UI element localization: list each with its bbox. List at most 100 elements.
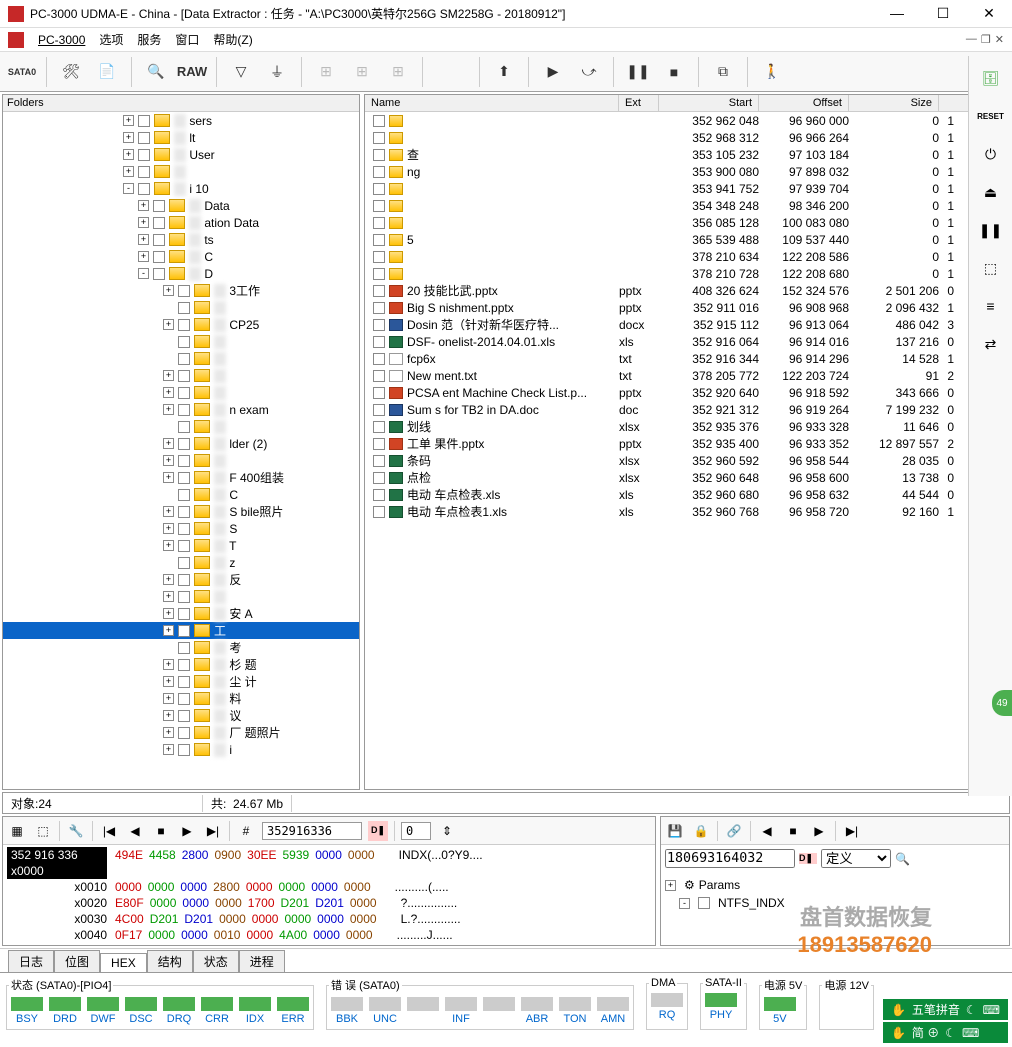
file-row[interactable]: 378 210 728 122 208 680 0 1 (365, 265, 1009, 282)
tree-checkbox[interactable] (178, 659, 190, 671)
tree-checkbox[interactable] (178, 489, 190, 501)
menu-brand[interactable]: PC-3000 (38, 33, 85, 47)
tree-item[interactable]: +xx (3, 163, 359, 180)
file-checkbox[interactable] (373, 472, 385, 484)
chip-icon[interactable]: ⬚ (977, 254, 1005, 282)
file-row[interactable]: DSF- onelist-2014.04.01.xls xls 352 916 … (365, 333, 1009, 350)
file-row[interactable]: 条码 xlsx 352 960 592 96 958 544 28 035 0 (365, 452, 1009, 469)
file-row[interactable]: 5 365 539 488 109 537 440 0 1 (365, 231, 1009, 248)
file-row[interactable]: 356 085 128 100 083 080 0 1 (365, 214, 1009, 231)
step-icon[interactable]: ⤻ (573, 56, 605, 88)
file-checkbox[interactable] (373, 268, 385, 280)
next-icon[interactable]: ▶ (177, 821, 197, 841)
file-checkbox[interactable] (373, 506, 385, 518)
sata-button[interactable]: SATA0 (6, 56, 38, 88)
tree-item[interactable]: xx 考 (3, 639, 359, 656)
col-header-name[interactable]: Name (365, 95, 619, 111)
last-icon[interactable]: ▶| (203, 821, 223, 841)
tree-toggle-icon[interactable]: + (163, 506, 174, 517)
tree-checkbox[interactable] (153, 217, 165, 229)
ime-overlay[interactable]: ✋五笔拼音☾⌨ ✋简 ⊕☾⌨ (883, 999, 1008, 1043)
file-row[interactable]: 352 962 048 96 960 000 0 1 (365, 112, 1009, 129)
tree-item[interactable]: +xx lder (2) (3, 435, 359, 452)
tree-item[interactable]: +xx F 400组装 (3, 469, 359, 486)
tree-item[interactable]: +xx 杉 题 (3, 656, 359, 673)
file-checkbox[interactable] (373, 132, 385, 144)
tree-toggle-icon[interactable]: + (163, 404, 174, 415)
file-checkbox[interactable] (373, 319, 385, 331)
search-icon[interactable]: 🔍 (895, 852, 910, 866)
tree-item[interactable]: +xx lt (3, 129, 359, 146)
tree-item[interactable]: +xx C (3, 248, 359, 265)
stop2-icon[interactable]: ■ (151, 821, 171, 841)
tree-checkbox[interactable] (178, 676, 190, 688)
tree-toggle-icon[interactable]: + (163, 540, 174, 551)
stop-icon[interactable]: ■ (658, 56, 690, 88)
tree-toggle-icon[interactable]: + (163, 472, 174, 483)
prev2-icon[interactable]: ◀ (757, 821, 777, 841)
file-checkbox[interactable] (373, 234, 385, 246)
file-row[interactable]: 353 941 752 97 939 704 0 1 (365, 180, 1009, 197)
export-icon[interactable]: ⬆ (488, 56, 520, 88)
sector-input[interactable] (262, 822, 362, 840)
tree-toggle-icon[interactable]: + (138, 234, 149, 245)
tree-item[interactable]: +xx 议 (3, 707, 359, 724)
tree-checkbox[interactable] (178, 421, 190, 433)
save-icon[interactable]: 💾 (665, 821, 685, 841)
tree-toggle-icon[interactable]: + (163, 659, 174, 670)
tree-toggle-icon[interactable]: + (163, 676, 174, 687)
tree-item[interactable]: +xx i (3, 741, 359, 758)
tree-checkbox[interactable] (178, 472, 190, 484)
tree-item[interactable]: +xx sers (3, 112, 359, 129)
prev-icon[interactable]: ◀ (125, 821, 145, 841)
tree-toggle-icon[interactable]: + (163, 387, 174, 398)
tree-item[interactable]: +xx 安 A (3, 605, 359, 622)
tree-checkbox[interactable] (178, 625, 190, 637)
tree-toggle-icon[interactable]: + (123, 132, 134, 143)
tree-toggle-icon[interactable]: + (138, 200, 149, 211)
tree-checkbox[interactable] (178, 540, 190, 552)
wrench-icon[interactable]: 🔧 (66, 821, 86, 841)
tree-checkbox[interactable] (178, 285, 190, 297)
file-row[interactable]: 电动 车点检表.xls xls 352 960 680 96 958 632 4… (365, 486, 1009, 503)
file-checkbox[interactable] (373, 285, 385, 297)
file-checkbox[interactable] (373, 200, 385, 212)
tab-structure[interactable]: 结构 (147, 950, 193, 972)
copy-icon[interactable]: ⧉ (707, 56, 739, 88)
tree1-icon[interactable]: ⊞ (310, 56, 342, 88)
file-row[interactable]: 点检 xlsx 352 960 648 96 958 600 13 738 0 (365, 469, 1009, 486)
file-checkbox[interactable] (373, 370, 385, 382)
disk-icon[interactable]: 🗄 (977, 64, 1005, 92)
tree-checkbox[interactable] (178, 336, 190, 348)
file-checkbox[interactable] (373, 251, 385, 263)
tree-toggle-icon[interactable]: - (123, 183, 134, 194)
tree-toggle-icon[interactable]: + (163, 727, 174, 738)
menu-options[interactable]: 选项 (99, 31, 123, 48)
tree-toggle-icon[interactable]: + (163, 370, 174, 381)
tree-toggle-icon[interactable]: + (163, 285, 174, 296)
mdi-close[interactable]: ✕ (995, 33, 1004, 46)
power-icon[interactable]: ⏻ (977, 140, 1005, 168)
eject-icon[interactable]: ⏏ (977, 178, 1005, 206)
selection-icon[interactable]: ⬚ (33, 821, 53, 841)
file-row[interactable]: PCSA ent Machine Check List.p... pptx 35… (365, 384, 1009, 401)
maximize-button[interactable]: ☐ (928, 5, 958, 22)
hex-content[interactable]: 352 916 336 x0000494E44582800090030EE593… (3, 845, 655, 945)
tree-checkbox[interactable] (153, 251, 165, 263)
tree-toggle-icon[interactable]: + (163, 710, 174, 721)
tree-checkbox[interactable] (178, 438, 190, 450)
person-icon[interactable]: 🚶 (756, 56, 788, 88)
file-checkbox[interactable] (373, 217, 385, 229)
tree-item[interactable]: +xx 反 (3, 571, 359, 588)
tree-checkbox[interactable] (178, 744, 190, 756)
tree-item[interactable]: xx (3, 350, 359, 367)
tree-toggle-icon[interactable]: + (163, 693, 174, 704)
tree-item[interactable]: +xx ts (3, 231, 359, 248)
tree-toggle-icon[interactable]: + (163, 523, 174, 534)
tree-item[interactable]: +xx Data (3, 197, 359, 214)
grid-icon[interactable]: ▦ (7, 821, 27, 841)
file-row[interactable]: 查 353 105 232 97 103 184 0 1 (365, 146, 1009, 163)
tree-checkbox[interactable] (178, 693, 190, 705)
tree-checkbox[interactable] (138, 149, 150, 161)
tree-checkbox[interactable] (138, 166, 150, 178)
